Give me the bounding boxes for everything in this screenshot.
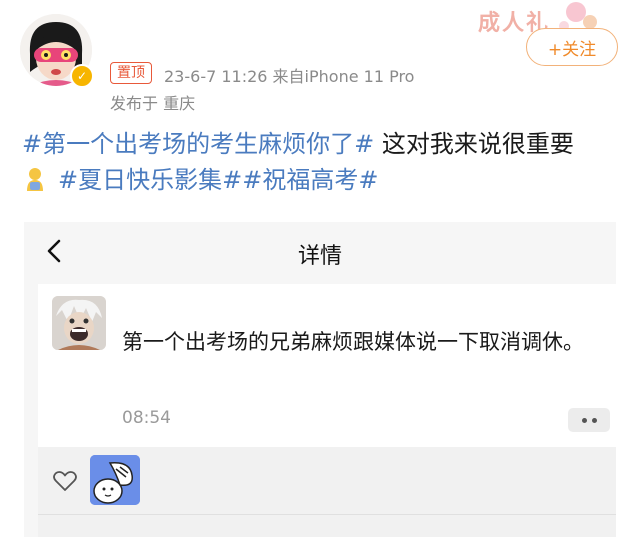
comment-card: 第一个出考场的兄弟麻烦跟媒体说一下取消调休。 08:54: [38, 284, 616, 537]
post-body: #第一个出考场的考生麻烦你了# 这对我来说很重要 #夏日快乐影集##祝福高考#: [22, 126, 622, 198]
hashtag-link[interactable]: #夏日快乐影集#: [58, 166, 242, 194]
post-time-source: 23-6-7 11:26 来自iPhone 11 Pro: [164, 67, 415, 86]
comment-time: 08:54: [122, 408, 171, 428]
more-dots-icon[interactable]: [568, 408, 610, 432]
post-text: 这对我来说很重要: [374, 130, 574, 158]
hashtag-link[interactable]: #祝福高考#: [242, 166, 378, 194]
person-emoji-icon: [27, 168, 43, 191]
embedded-screenshot[interactable]: 详情 第一个出考场的兄弟麻烦跟媒体说一下取消调休。 08:54: [24, 222, 616, 537]
hashtag-link[interactable]: #第一个出考场的考生麻烦你了#: [22, 130, 374, 158]
embed-title: 详情: [297, 244, 342, 269]
pinned-badge: 置顶: [110, 62, 152, 84]
anime-avatar-icon: [52, 296, 106, 350]
comment-text: 第一个出考场的兄弟麻烦跟媒体说一下取消调休。: [122, 330, 584, 354]
commenter-avatar[interactable]: [52, 296, 106, 350]
follow-button[interactable]: +关注: [526, 28, 618, 66]
heart-icon[interactable]: [52, 469, 78, 493]
post-location: 发布于 重庆: [110, 94, 196, 113]
divider: [38, 514, 616, 515]
liker-avatar[interactable]: [90, 455, 140, 505]
sticker-avatar-icon: [90, 455, 140, 505]
verified-badge-icon: ✓: [70, 64, 94, 88]
embed-header: 详情: [24, 222, 616, 280]
likes-area: [38, 447, 616, 537]
